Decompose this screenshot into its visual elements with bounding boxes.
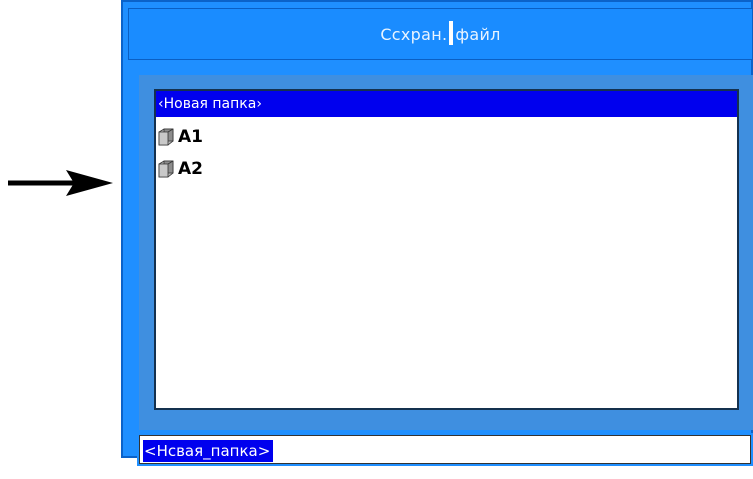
folder-name-input[interactable]: <Нсвая_папка> [137, 433, 753, 466]
list-item[interactable]: A2 [158, 156, 203, 182]
list-item-label: A2 [178, 159, 203, 179]
input-selected-text: <Нсвая_папка> [143, 440, 274, 462]
title-bar: Ссхран. файл [128, 8, 753, 60]
list-header-new-folder[interactable]: ‹Новая папка› [156, 91, 737, 117]
list-item[interactable]: A1 [158, 124, 203, 150]
arrow-right-icon [8, 170, 113, 196]
text-cursor [449, 21, 454, 45]
folder-list[interactable]: ‹Новая папка› A1 A2 [154, 89, 739, 410]
list-item-label: A1 [178, 127, 203, 147]
folder-icon [158, 128, 174, 146]
title-text-part2: файл [455, 24, 501, 44]
folder-icon [158, 160, 174, 178]
title-text-part1: Ссхран. [380, 24, 448, 44]
